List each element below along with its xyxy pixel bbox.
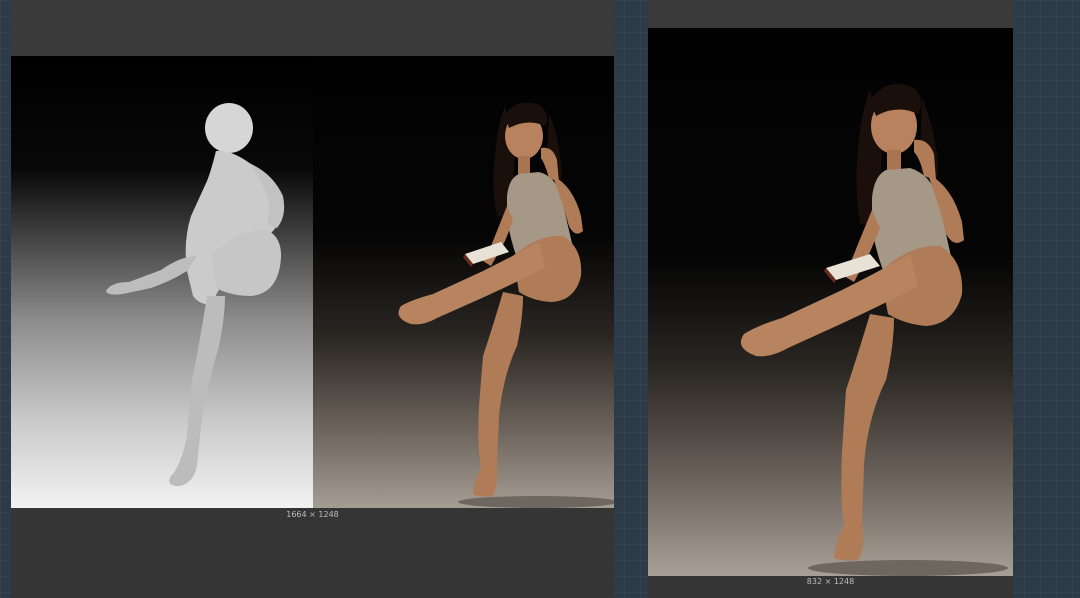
photo-image (648, 28, 1013, 576)
depth-figure-silhouette (106, 103, 285, 486)
image-preview-node-left[interactable]: 1664 × 1248 (11, 0, 614, 598)
woman-figure (398, 102, 583, 497)
node-header[interactable] (648, 0, 1013, 28)
woman-figure (740, 84, 964, 561)
image-preview-node-right[interactable]: 832 × 1248 (648, 0, 1013, 598)
photo-image (313, 56, 614, 508)
image-dimensions-label: 832 × 1248 (806, 577, 855, 586)
depth-map-image (11, 56, 313, 508)
node-header[interactable] (11, 0, 614, 56)
image-dimensions-label: 1664 × 1248 (286, 510, 339, 519)
image-preview[interactable] (11, 56, 614, 508)
node-canvas[interactable]: 1664 × 1248 832 × 1248 (0, 0, 1080, 598)
image-preview[interactable] (648, 28, 1013, 576)
